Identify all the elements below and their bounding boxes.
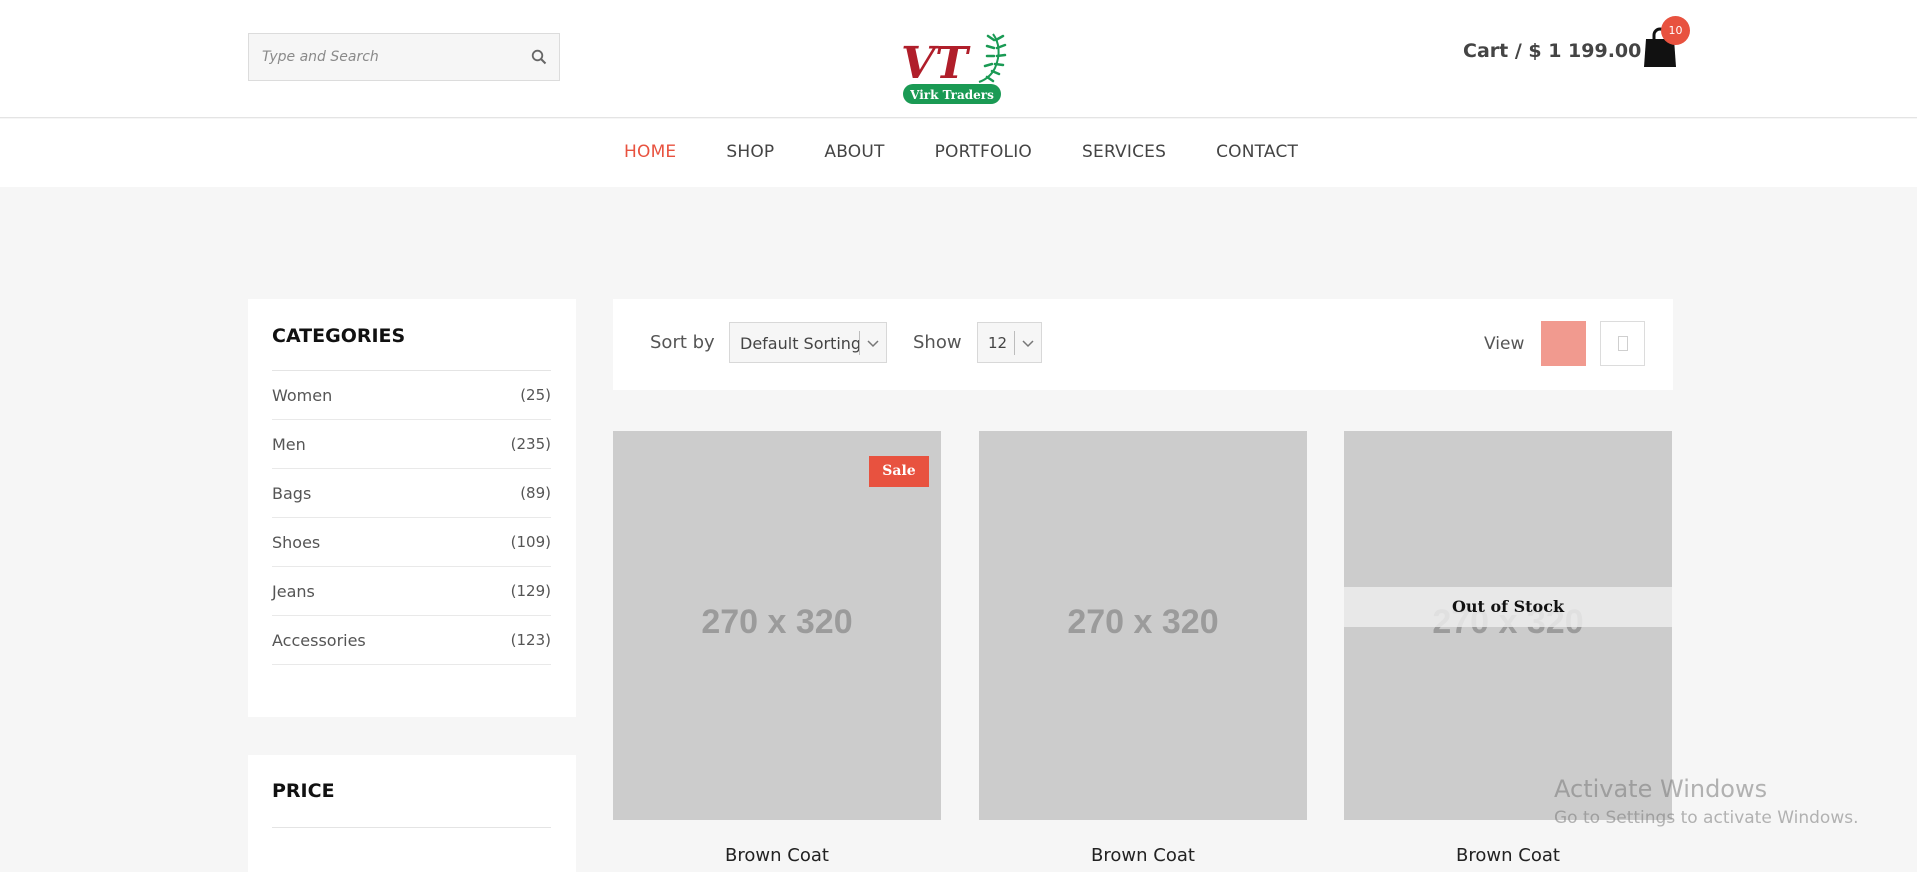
category-label: Women xyxy=(272,385,333,405)
nav-services[interactable]: SERVICES xyxy=(1082,142,1166,162)
sort-label: Sort by xyxy=(650,332,715,353)
image-placeholder-text: 270 x 320 xyxy=(701,603,853,641)
nav-contact[interactable]: CONTACT xyxy=(1216,142,1298,162)
search-input[interactable] xyxy=(249,34,519,80)
category-count: (25) xyxy=(520,386,551,404)
category-item-women[interactable]: Women (25) xyxy=(272,371,551,420)
category-item-accessories[interactable]: Accessories (123) xyxy=(272,616,551,665)
out-of-stock-overlay: Out of Stock xyxy=(1344,587,1672,627)
category-list: Women (25) Men (235) Bags (89) Shoes (109) J… xyxy=(272,371,551,665)
divider xyxy=(272,827,551,828)
product-name[interactable]: Brown Coat xyxy=(613,845,941,866)
site-logo[interactable]: VT Virk Traders xyxy=(895,28,1015,108)
categories-widget: CATEGORIES Women (25) Men (235) Bags (89) S… xyxy=(248,299,576,717)
nav-portfolio[interactable]: PORTFOLIO xyxy=(935,142,1032,162)
image-placeholder-text: 270 x 320 xyxy=(1067,603,1219,641)
category-count: (129) xyxy=(510,582,551,600)
sale-badge: Sale xyxy=(869,456,929,487)
show-label: Show xyxy=(913,332,962,353)
cart-total[interactable]: Cart / $ 1 199.00 xyxy=(1463,40,1641,62)
product-name[interactable]: Brown Coat xyxy=(1344,845,1672,866)
windows-activation-watermark-text: Go to Settings to activate Windows. xyxy=(1554,808,1859,828)
price-widget: PRICE xyxy=(248,755,576,872)
category-label: Jeans xyxy=(272,581,315,601)
product-image[interactable]: 270 x 320 xyxy=(979,431,1307,820)
category-label: Accessories xyxy=(272,630,366,650)
product-image[interactable]: 270 x 320 Out of Stock xyxy=(1344,431,1672,820)
category-count: (89) xyxy=(520,484,551,502)
nav-shop[interactable]: SHOP xyxy=(726,142,774,162)
category-label: Bags xyxy=(272,483,312,503)
sort-select[interactable]: Default Sorting xyxy=(729,322,887,363)
select-separator xyxy=(1014,331,1015,355)
search-box[interactable] xyxy=(248,33,560,81)
main-navigation: HOME SHOP ABOUT PORTFOLIO SERVICES CONTA… xyxy=(0,119,1917,187)
category-item-shoes[interactable]: Shoes (109) xyxy=(272,518,551,567)
cart-count-badge: 10 xyxy=(1661,16,1690,45)
category-item-men[interactable]: Men (235) xyxy=(272,420,551,469)
search-icon[interactable] xyxy=(531,49,547,65)
sort-value: Default Sorting xyxy=(740,334,862,353)
show-select[interactable]: 12 xyxy=(977,322,1042,363)
list-view-button[interactable] xyxy=(1600,321,1645,366)
category-item-bags[interactable]: Bags (89) xyxy=(272,469,551,518)
nav-about[interactable]: ABOUT xyxy=(824,142,884,162)
header: VT Virk Traders Cart / $ 1 199.00 10 xyxy=(0,0,1917,118)
price-title: PRICE xyxy=(272,780,335,802)
grid-view-button[interactable] xyxy=(1541,321,1586,366)
view-label: View xyxy=(1484,334,1525,354)
shop-toolbar: Sort by Default Sorting Show 12 View xyxy=(613,299,1673,390)
logo-graphic: VT Virk Traders xyxy=(901,33,1007,104)
category-count: (123) xyxy=(510,631,551,649)
product-card[interactable]: 270 x 320 Sale Brown Coat xyxy=(613,431,941,866)
nav-home[interactable]: HOME xyxy=(624,142,676,162)
logo-mark: VT xyxy=(901,38,971,89)
categories-title: CATEGORIES xyxy=(272,325,406,347)
category-label: Men xyxy=(272,434,306,454)
logo-subtext: Virk Traders xyxy=(909,88,994,102)
product-name[interactable]: Brown Coat xyxy=(979,845,1307,866)
product-image[interactable]: 270 x 320 Sale xyxy=(613,431,941,820)
category-count: (235) xyxy=(510,435,551,453)
select-separator xyxy=(859,331,860,355)
show-value: 12 xyxy=(988,334,1008,352)
windows-activation-watermark-title: Activate Windows xyxy=(1554,775,1768,803)
list-view-icon xyxy=(1618,336,1628,351)
product-card[interactable]: 270 x 320 Brown Coat xyxy=(979,431,1307,866)
chevron-down-icon xyxy=(867,340,879,348)
category-count: (109) xyxy=(510,533,551,551)
chevron-down-icon xyxy=(1022,340,1034,348)
category-label: Shoes xyxy=(272,532,321,552)
category-item-jeans[interactable]: Jeans (129) xyxy=(272,567,551,616)
